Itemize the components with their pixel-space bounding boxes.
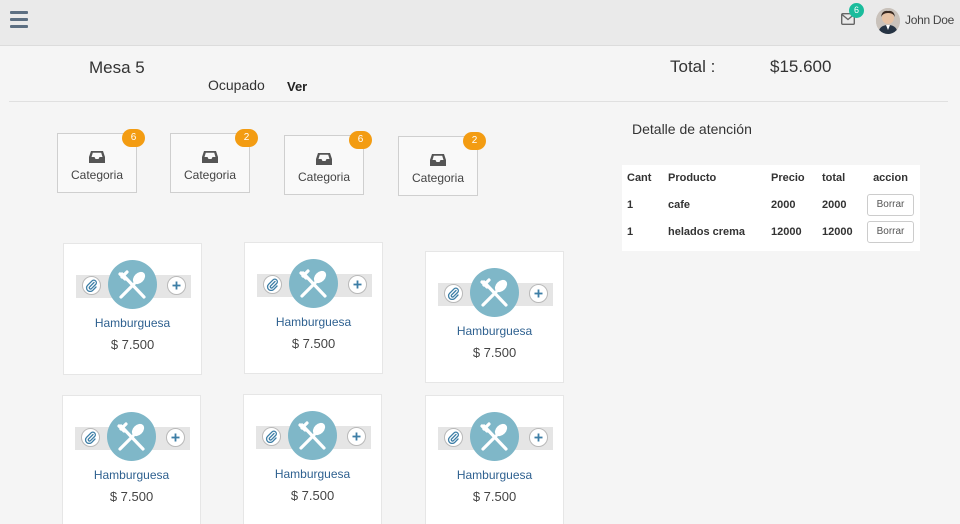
- menu-icon[interactable]: [10, 11, 28, 29]
- product-price: $ 7.500: [291, 336, 336, 351]
- utensils-icon: [470, 268, 519, 317]
- product-price: $ 7.500: [110, 337, 155, 352]
- category-count-badge: 6: [349, 131, 372, 149]
- product-price: $ 7.500: [109, 489, 154, 504]
- attach-button[interactable]: [82, 276, 101, 295]
- product-name: Hamburguesa: [94, 316, 171, 330]
- category-count-badge: 6: [122, 129, 145, 147]
- product-price: $ 7.500: [472, 489, 517, 504]
- table-row: 1 helados crema 12000 12000 Borrar: [622, 218, 920, 245]
- category-tile[interactable]: Categoria 6: [284, 131, 372, 195]
- cell-producto: helados crema: [668, 225, 746, 238]
- cell-precio: 12000: [771, 225, 802, 238]
- column-header: Producto: [668, 172, 717, 184]
- cell-accion: Borrar: [861, 218, 920, 245]
- column-header: total: [822, 172, 846, 184]
- order-detail-title: Detalle de atención: [632, 121, 752, 137]
- product-name: Hamburguesa: [275, 315, 352, 329]
- table-row: 1 cafe 2000 2000 Borrar: [622, 191, 920, 218]
- user-name[interactable]: John Doe: [905, 13, 954, 27]
- table-status: Ocupado: [208, 77, 265, 93]
- category-count-badge: 2: [235, 129, 258, 147]
- cell-cant: 1: [627, 225, 634, 238]
- add-button[interactable]: [347, 427, 366, 446]
- table-header-row: Cant Producto Precio total accion: [622, 165, 920, 191]
- column-header: Precio: [771, 172, 805, 184]
- column-header: Cant: [627, 172, 652, 184]
- category-label: Categoria: [297, 170, 351, 184]
- category-tile[interactable]: Categoria 2: [398, 132, 486, 196]
- add-button[interactable]: [529, 428, 548, 447]
- column-header: accion: [873, 172, 908, 184]
- add-button[interactable]: [166, 428, 185, 447]
- product-card[interactable]: Hamburguesa $ 7.500: [425, 251, 564, 383]
- product-card[interactable]: Hamburguesa $ 7.500: [243, 394, 382, 524]
- product-card[interactable]: Hamburguesa $ 7.500: [62, 395, 201, 524]
- total-value: $15.600: [770, 57, 832, 76]
- view-link[interactable]: Ver: [287, 79, 307, 94]
- attach-button[interactable]: [444, 284, 463, 303]
- order-detail-table: Cant Producto Precio total accion 1 cafe…: [622, 165, 920, 251]
- total-label: Total :: [670, 57, 716, 76]
- cell-precio: 2000: [771, 198, 796, 211]
- product-name: Hamburguesa: [456, 324, 533, 338]
- cell-total: 2000: [822, 198, 847, 211]
- product-name: Hamburguesa: [274, 467, 351, 481]
- utensils-icon: [470, 412, 519, 461]
- attach-button[interactable]: [81, 428, 100, 447]
- inbox-tray-icon: [315, 152, 333, 171]
- cell-cant: 1: [627, 198, 634, 211]
- mail-count-badge: 6: [849, 3, 864, 18]
- category-tile[interactable]: Categoria 6: [57, 129, 145, 193]
- product-name: Hamburguesa: [93, 468, 170, 482]
- product-price: $ 7.500: [290, 488, 335, 503]
- divider: [9, 101, 948, 102]
- add-button[interactable]: [167, 276, 186, 295]
- delete-button[interactable]: Borrar: [867, 220, 914, 243]
- user-avatar[interactable]: [876, 8, 900, 34]
- cell-producto: cafe: [668, 198, 691, 211]
- top-bar: 6 John Doe: [0, 0, 960, 46]
- product-card[interactable]: Hamburguesa $ 7.500: [244, 242, 383, 374]
- utensils-icon: [288, 411, 337, 460]
- inbox-tray-icon: [88, 150, 106, 169]
- product-card[interactable]: Hamburguesa $ 7.500: [63, 243, 202, 375]
- inbox-tray-icon: [201, 150, 219, 169]
- category-tile[interactable]: Categoria 2: [170, 129, 258, 193]
- attach-button[interactable]: [444, 428, 463, 447]
- add-button[interactable]: [529, 284, 548, 303]
- utensils-icon: [108, 260, 157, 309]
- attach-button[interactable]: [262, 427, 281, 446]
- add-button[interactable]: [348, 275, 367, 294]
- product-name: Hamburguesa: [456, 468, 533, 482]
- table-name: Mesa 5: [89, 58, 145, 77]
- category-label: Categoria: [183, 168, 237, 182]
- cell-accion: Borrar: [861, 191, 920, 218]
- utensils-icon: [107, 412, 156, 461]
- category-label: Categoria: [411, 171, 465, 185]
- product-price: $ 7.500: [472, 345, 517, 360]
- delete-button[interactable]: Borrar: [867, 193, 914, 216]
- product-card[interactable]: Hamburguesa $ 7.500: [425, 395, 564, 524]
- attach-button[interactable]: [263, 275, 282, 294]
- cell-total: 12000: [822, 225, 853, 238]
- category-label: Categoria: [70, 168, 124, 182]
- inbox-tray-icon: [429, 153, 447, 172]
- category-count-badge: 2: [463, 132, 486, 150]
- utensils-icon: [289, 259, 338, 308]
